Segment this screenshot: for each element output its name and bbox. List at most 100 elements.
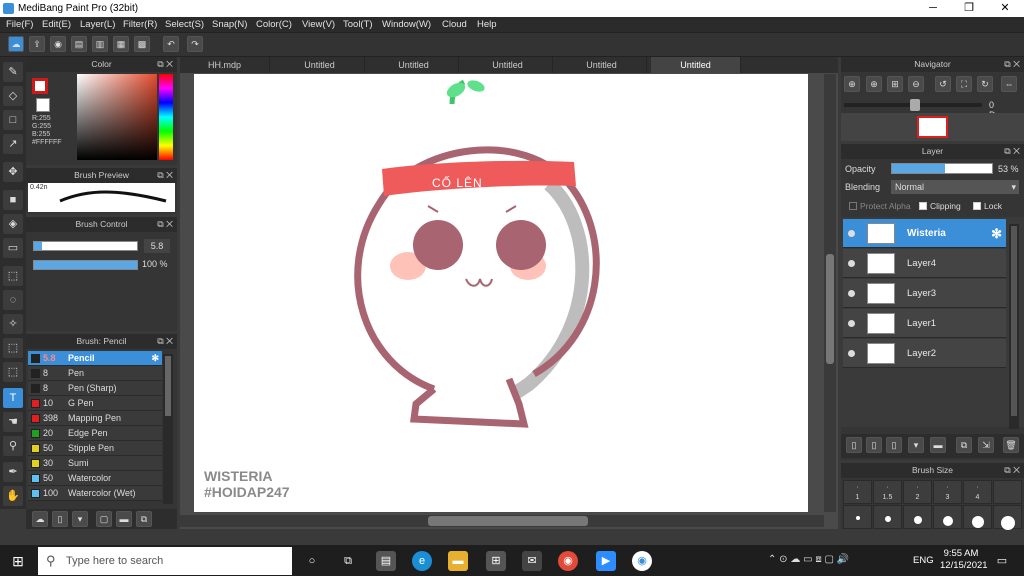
zoom-out-icon[interactable]: ⊖ <box>908 76 924 92</box>
task-view-icon[interactable]: ⧉ <box>338 551 358 571</box>
minimize-button[interactable]: ─ <box>916 0 950 17</box>
menu-select[interactable]: Select(S) <box>165 19 204 30</box>
zoom-in-icon[interactable]: ⊕ <box>866 76 882 92</box>
brush-opacity-slider[interactable] <box>33 260 138 270</box>
layer-row[interactable]: Layer4 <box>843 249 1006 278</box>
taskbar-search[interactable]: ⚲ Type here to search <box>38 547 292 575</box>
background-color-swatch[interactable] <box>36 98 50 112</box>
teams-app-icon[interactable]: ▤ <box>376 551 396 571</box>
cloud-brush-icon[interactable]: ☁ <box>32 511 48 527</box>
rotate-left-icon[interactable]: ↺ <box>935 76 951 92</box>
brush-size-cell[interactable] <box>963 505 992 529</box>
gear-icon[interactable]: ✻ <box>991 219 1002 248</box>
menu-layer[interactable]: Layer(L) <box>80 19 115 30</box>
eraser-tool-icon[interactable]: ◇ <box>3 86 23 106</box>
close-button[interactable]: ✕ <box>988 0 1022 17</box>
new-layer-8bit-icon[interactable]: ▯ <box>866 437 882 453</box>
brush-list-scrollbar[interactable] <box>163 354 173 504</box>
brush-size-cell[interactable] <box>933 505 962 529</box>
brush-item[interactable]: 8 Pen (Sharp) <box>28 381 162 396</box>
flip-icon[interactable]: ⇔ <box>1001 76 1017 92</box>
eye-icon[interactable] <box>848 290 855 297</box>
rotate-right-icon[interactable]: ↻ <box>977 76 993 92</box>
select-eraser-icon[interactable]: ⬚ <box>3 362 23 382</box>
language-indicator[interactable]: ENG <box>913 555 934 566</box>
foreground-color-swatch[interactable] <box>32 78 48 94</box>
mail-app-icon[interactable]: ✉ <box>522 551 542 571</box>
horizontal-scrollbar[interactable] <box>180 515 824 527</box>
blending-select[interactable]: Normal ▾ <box>891 180 1019 194</box>
zoom-in-icon[interactable]: ⊕ <box>844 76 860 92</box>
brush-item[interactable]: 50 Stipple Pen <box>28 441 162 456</box>
menu-window[interactable]: Window(W) <box>382 19 431 30</box>
panel-close-icon[interactable]: ⧉ ✕ <box>1004 463 1020 478</box>
drawing-canvas[interactable]: CỐ LÊN WISTERIA #HOIDAP247 <box>194 74 808 512</box>
cloud-icon[interactable]: ☁ <box>8 36 24 52</box>
eyedropper-tool-icon[interactable]: ⚲ <box>3 436 23 456</box>
operation-tool-icon[interactable]: ☚ <box>3 412 23 432</box>
lock-checkbox[interactable] <box>973 202 981 210</box>
brush-size-cell[interactable]: · 3 <box>933 480 962 504</box>
delete-layer-icon[interactable]: 🗑 <box>1003 437 1019 453</box>
eye-icon[interactable] <box>848 230 855 237</box>
brush-size-cell[interactable] <box>873 505 902 529</box>
notifications-icon[interactable]: ▭ <box>992 551 1012 571</box>
menu-view[interactable]: View(V) <box>302 19 335 30</box>
system-tray-icons[interactable]: ⌃ ⊙ ☁ ▭ ⧈ ▢ 🔊 <box>768 554 849 565</box>
settings-brush-icon[interactable]: ▢ <box>96 511 112 527</box>
menu-filter[interactable]: Filter(R) <box>123 19 157 30</box>
move-tool-icon[interactable]: ✥ <box>3 162 23 182</box>
pen-tool-icon[interactable]: ✒ <box>3 462 23 482</box>
layer-row[interactable]: Layer2 <box>843 339 1006 368</box>
clipping-checkbox[interactable] <box>919 202 927 210</box>
tab-untitled-5[interactable]: Untitled <box>651 57 741 73</box>
grid-icon[interactable]: ▦ <box>113 36 129 52</box>
tab-untitled-2[interactable]: Untitled <box>369 57 459 73</box>
bucket-tool-icon[interactable]: ◈ <box>3 214 23 234</box>
text-tool-icon[interactable]: T <box>3 388 23 408</box>
add-layer-menu-icon[interactable]: ▾ <box>908 437 924 453</box>
duplicate-layer-icon[interactable]: ⧉ <box>956 437 972 453</box>
brush-size-cell[interactable] <box>993 480 1022 504</box>
vertical-scrollbar[interactable] <box>824 74 836 512</box>
edge-browser-icon[interactable]: e <box>412 551 432 571</box>
gear-icon[interactable]: ✻ <box>151 351 159 366</box>
menu-file[interactable]: File(F) <box>6 19 33 30</box>
comment-icon[interactable]: ◉ <box>50 36 66 52</box>
page-icon[interactable]: ▥ <box>92 36 108 52</box>
merge-layer-icon[interactable]: ⇲ <box>978 437 994 453</box>
gradient-tool-icon[interactable]: ▭ <box>3 238 23 258</box>
menu-cloud[interactable]: Cloud <box>442 19 467 30</box>
brush-size-cell[interactable]: · 1 <box>843 480 872 504</box>
rectangle-tool-icon[interactable]: □ <box>3 110 23 130</box>
undo-icon[interactable]: ↶ <box>163 36 179 52</box>
file-explorer-icon[interactable]: ▬ <box>448 551 468 571</box>
layout-icon[interactable]: ▩ <box>134 36 150 52</box>
add-brush-icon[interactable]: ▾ <box>72 511 88 527</box>
brush-tool-icon[interactable]: ✎ <box>3 62 23 82</box>
menu-help[interactable]: Help <box>477 19 497 30</box>
panel-close-icon[interactable]: ⧉ ✕ <box>157 168 173 183</box>
line-tool-icon[interactable]: ↗ <box>3 134 23 154</box>
brush-size-slider[interactable] <box>33 241 138 251</box>
new-brush-icon[interactable]: ▯ <box>52 511 68 527</box>
layer-scrollbar[interactable] <box>1009 224 1019 429</box>
menu-color[interactable]: Color(C) <box>256 19 292 30</box>
medibang-app-icon[interactable]: ◉ <box>632 551 652 571</box>
layer-row[interactable]: Wisteria ✻ <box>843 219 1006 248</box>
brush-item[interactable]: 8 Pen <box>28 366 162 381</box>
tab-hh[interactable]: HH.mdp <box>180 57 270 73</box>
panel-close-icon[interactable]: ⧉ ✕ <box>1004 144 1020 159</box>
brush-item[interactable]: 30 Sumi <box>28 456 162 471</box>
tab-untitled-1[interactable]: Untitled <box>275 57 365 73</box>
store-app-icon[interactable]: ⊞ <box>486 551 506 571</box>
panel-close-icon[interactable]: ⧉ ✕ <box>157 334 173 349</box>
menu-tool[interactable]: Tool(T) <box>343 19 373 30</box>
brush-size-cell[interactable] <box>903 505 932 529</box>
protect-alpha-checkbox[interactable] <box>849 202 857 210</box>
fit-icon[interactable]: ⊞ <box>887 76 903 92</box>
tab-untitled-3[interactable]: Untitled <box>463 57 553 73</box>
brush-item[interactable]: 10 G Pen <box>28 396 162 411</box>
fill-rect-tool-icon[interactable]: ■ <box>3 190 23 210</box>
panel-close-icon[interactable]: ⧉ ✕ <box>157 57 173 72</box>
